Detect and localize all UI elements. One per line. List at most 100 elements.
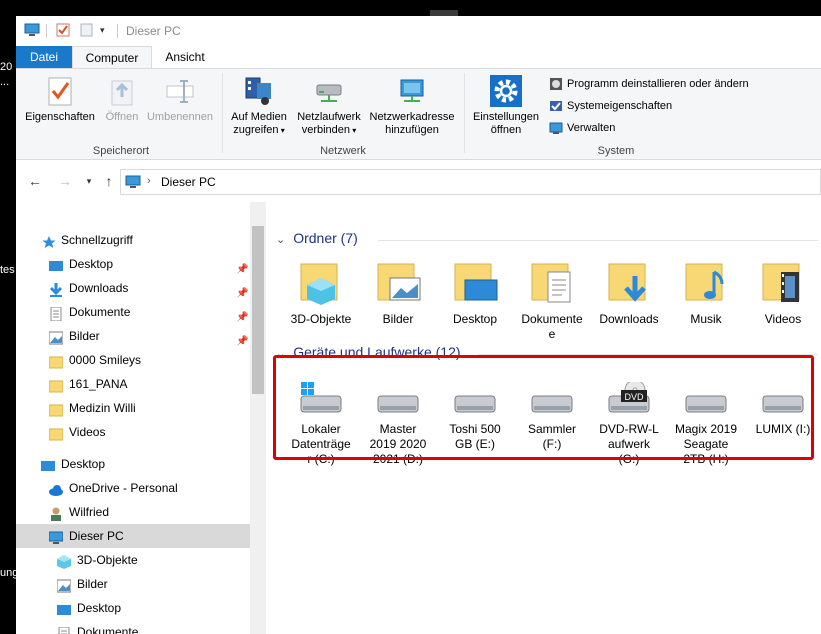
folder-icon [48, 401, 64, 417]
manage-icon [549, 121, 563, 135]
tab-computer[interactable]: Computer [72, 46, 152, 69]
system-properties-label: Systemeigenschaften [567, 100, 673, 112]
nav-pc-3d-objects[interactable]: 3D-Objekte [16, 548, 250, 572]
folder-music[interactable]: Musik [670, 258, 742, 327]
ribbon: Eigenschaften Öffnen Umbenennen Speicher… [16, 68, 821, 160]
folder-downloads-icon [605, 258, 653, 306]
desktop-icon [49, 257, 63, 271]
forward-button[interactable]: → [56, 173, 74, 189]
nav-label: Dokumente [69, 305, 131, 319]
manage-label: Verwalten [567, 122, 616, 134]
download-arrow-icon [49, 281, 63, 297]
nav-scrollbar-thumb[interactable] [252, 226, 264, 394]
nav-qa-downloads[interactable]: Downloads 📌 [16, 276, 250, 300]
access-media-button[interactable]: Auf Medien zugreifen ▾ [226, 75, 292, 137]
section-divider [378, 240, 818, 241]
nav-this-pc[interactable]: Dieser PC [16, 524, 250, 548]
pictures-icon [48, 329, 64, 345]
folder-documents-icon [528, 258, 576, 306]
document-icon [49, 305, 63, 322]
nav-qa-folder[interactable]: Videos [16, 420, 250, 444]
nav-pc-desktop[interactable]: Desktop [16, 596, 250, 620]
folder-pictures[interactable]: Bilder [362, 258, 434, 327]
properties-icon[interactable] [56, 23, 70, 37]
folder-3d-objects[interactable]: 3D-Objekte [285, 258, 357, 327]
title-bar: ▾ Dieser PC [16, 16, 821, 46]
nav-qa-desktop[interactable]: Desktop 📌 [16, 252, 250, 276]
nav-label: Downloads [69, 281, 129, 295]
nav-label: 0000 Smileys [69, 353, 142, 367]
nav-label: Desktop [69, 257, 114, 271]
folder-label-wrap: e [548, 327, 556, 341]
folder-label: Musik [690, 312, 722, 326]
nav-user[interactable]: Wilfried [16, 500, 250, 524]
map-drive-label-1: Netzlaufwerk [297, 111, 361, 123]
properties-label: Eigenschaften [25, 111, 95, 123]
folder-label: Dokumente [521, 312, 583, 326]
new-folder-icon[interactable] [80, 23, 94, 37]
system-properties-button[interactable]: Systemeigenschaften [549, 97, 672, 115]
network-location-icon [396, 75, 428, 107]
open-settings-button[interactable]: Einstellungen öffnen [468, 75, 544, 137]
up-button[interactable]: ↑ [100, 173, 118, 189]
nav-label: Medizin Willi [69, 401, 136, 415]
tab-file[interactable]: Datei [16, 46, 72, 69]
nav-desktop[interactable]: Desktop [16, 452, 250, 476]
red-highlight-box [273, 355, 814, 460]
breadcrumb-this-pc[interactable]: Dieser PC [161, 175, 216, 189]
media-icon [243, 75, 275, 107]
open-button[interactable]: Öffnen [98, 75, 146, 124]
nav-label: Schnellzugriff [61, 233, 133, 247]
nav-qa-folder[interactable]: 161_PANA [16, 372, 250, 396]
folder-videos[interactable]: Videos [747, 258, 819, 327]
this-pc-icon [24, 23, 40, 37]
address-bar[interactable]: › Dieser PC [120, 169, 821, 195]
window-title: Dieser PC [126, 24, 181, 38]
uninstall-program-button[interactable]: Programm deinstallieren oder ändern [549, 75, 749, 93]
add-network-location-button[interactable]: Netzwerkadresse hinzufügen [366, 75, 458, 137]
nav-pc-pictures[interactable]: Bilder [16, 572, 250, 596]
tab-view[interactable]: Ansicht [152, 46, 218, 69]
section-folders[interactable]: ⌄ Ordner (7) [276, 230, 358, 246]
nav-label: OneDrive - Personal [69, 481, 178, 495]
nav-onedrive[interactable]: OneDrive - Personal [16, 476, 250, 500]
chevron-down-icon: ⌄ [276, 234, 286, 246]
nav-label: 161_PANA [69, 377, 128, 391]
group-separator [464, 73, 465, 153]
navigation-pane: Schnellzugriff Desktop 📌 Downloads 📌 Dok… [16, 202, 266, 634]
nav-label: Wilfried [69, 505, 110, 519]
map-network-drive-button[interactable]: Netzlaufwerk verbinden ▾ [292, 75, 366, 137]
network-drive-icon [313, 75, 345, 107]
folder-desktop-icon [451, 258, 499, 306]
cloud-icon [49, 481, 63, 496]
settings-label-1: Einstellungen [472, 111, 540, 123]
nav-quick-access[interactable]: Schnellzugriff [16, 228, 250, 252]
star-icon [42, 233, 56, 248]
dropdown-arrow-icon: ▾ [350, 126, 357, 135]
customize-toolbar-icon[interactable]: ▾ [100, 23, 114, 37]
folder-downloads[interactable]: Downloads [593, 258, 665, 327]
this-pc-icon [48, 529, 64, 544]
nav-qa-folder[interactable]: Medizin Willi [16, 396, 250, 420]
map-drive-label-2: verbinden [301, 124, 351, 136]
manage-button[interactable]: Verwalten [549, 119, 615, 137]
properties-button[interactable]: Eigenschaften [22, 75, 98, 124]
nav-qa-folder[interactable]: 0000 Smileys [16, 348, 250, 372]
nav-qa-pictures[interactable]: Bilder 📌 [16, 324, 250, 348]
nav-qa-documents[interactable]: Dokumente 📌 [16, 300, 250, 324]
dropdown-arrow-icon: ▾ [278, 126, 285, 135]
nav-label: Bilder [77, 577, 108, 591]
rename-button[interactable]: Umbenennen [144, 75, 216, 124]
nav-pc-documents[interactable]: Dokumente [16, 620, 250, 634]
folder-documents[interactable]: Dokumente e [516, 258, 588, 342]
cube-icon [57, 553, 71, 569]
system-properties-icon [549, 99, 563, 113]
back-button[interactable]: ← [26, 173, 44, 189]
address-row: ← → ▾ ↑ › Dieser PC [16, 166, 821, 198]
group-separator [222, 73, 223, 153]
folder-desktop[interactable]: Desktop [439, 258, 511, 327]
folder-label: Desktop [452, 312, 498, 326]
recent-locations-button[interactable]: ▾ [80, 176, 98, 187]
desktop-icon [41, 457, 55, 471]
group-label-network: Netzwerk [320, 145, 366, 157]
